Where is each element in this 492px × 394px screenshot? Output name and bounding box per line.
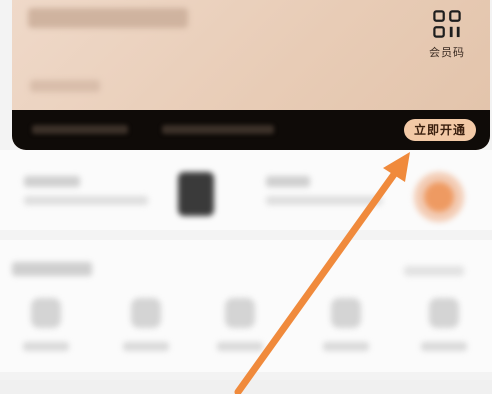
benefit-desc-placeholder-2	[266, 196, 382, 205]
benefit-title-placeholder-1	[24, 176, 80, 187]
member-code-label: 会员码	[429, 46, 465, 59]
card-subtitle-placeholder	[30, 80, 100, 92]
benefit-title-placeholder-2	[266, 176, 310, 187]
service-item[interactable]	[116, 298, 176, 368]
service-label-placeholder	[323, 342, 369, 351]
bottom-divider	[0, 380, 492, 394]
service-label-placeholder	[421, 342, 467, 351]
service-item[interactable]	[316, 298, 376, 368]
strip-text-placeholder-1	[32, 125, 128, 134]
section-more-link[interactable]	[404, 266, 464, 276]
services-section	[0, 240, 492, 372]
service-icon	[429, 298, 459, 328]
service-label-placeholder	[123, 342, 169, 351]
card-title-placeholder	[28, 8, 188, 28]
benefit-avatar-inner	[424, 182, 454, 212]
open-now-button[interactable]: 立即开通	[403, 119, 476, 141]
benefit-image-placeholder[interactable]	[178, 172, 214, 216]
strip-text-placeholder-2	[162, 125, 274, 134]
service-icon	[31, 298, 61, 328]
service-item[interactable]	[210, 298, 270, 368]
service-item[interactable]	[414, 298, 474, 368]
service-item[interactable]	[16, 298, 76, 368]
service-icon	[225, 298, 255, 328]
benefits-row	[0, 150, 492, 230]
benefit-desc-placeholder-1	[24, 196, 148, 205]
service-icon	[131, 298, 161, 328]
member-card[interactable]: 会员码 立即开通	[12, 0, 490, 150]
card-bottom-strip: 立即开通	[12, 110, 490, 150]
service-label-placeholder	[217, 342, 263, 351]
qr-code-icon	[433, 10, 461, 38]
service-label-placeholder	[23, 342, 69, 351]
service-icon	[331, 298, 361, 328]
section-heading-placeholder	[12, 262, 92, 276]
member-code-button[interactable]: 会员码	[429, 10, 465, 60]
